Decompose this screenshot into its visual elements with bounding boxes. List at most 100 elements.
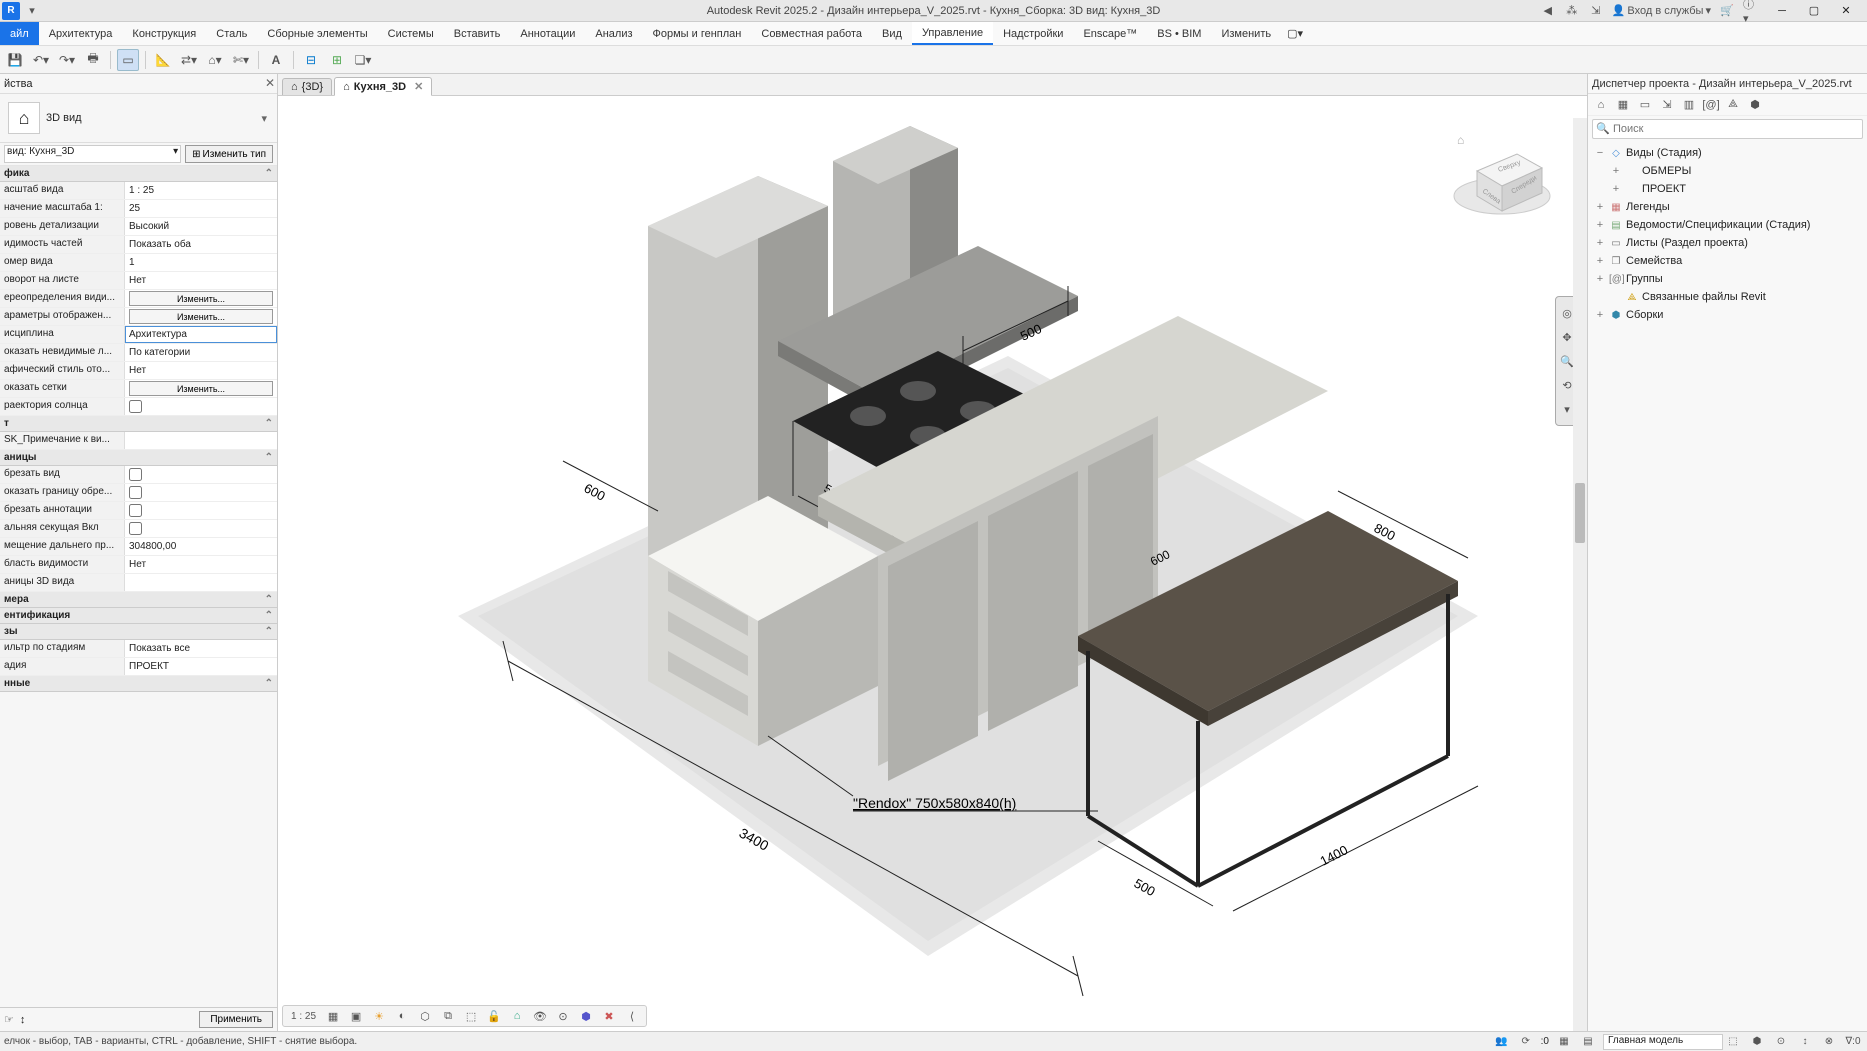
group-icon[interactable]: ⁂ [1564, 3, 1580, 19]
viewcube[interactable]: Сверху Слева Спереди ⌂ [1447, 126, 1557, 229]
ribbon-tab-15[interactable]: BS • BIM [1147, 22, 1211, 45]
scale-control[interactable]: 1 : 25 [287, 1007, 320, 1025]
print-icon[interactable]: 🖶 [82, 49, 104, 71]
open-icon[interactable]: ↶▾ [30, 49, 52, 71]
ribbon-tab-0[interactable]: айл [0, 22, 39, 45]
family-selector[interactable]: вид: Кухня_3D ▾ [4, 145, 181, 163]
view-tab-0[interactable]: ⌂{3D} [282, 78, 332, 95]
prop-value[interactable]: Изменить... [125, 308, 277, 325]
ribbon-tab-1[interactable]: Архитектура [39, 22, 123, 45]
detail-level-icon[interactable]: ▦ [323, 1007, 343, 1025]
ribbon-tab-14[interactable]: Enscape™ [1073, 22, 1147, 45]
ribbon-tab-4[interactable]: Сборные элементы [257, 22, 377, 45]
ribbon-tab-6[interactable]: Вставить [444, 22, 511, 45]
prop-value[interactable] [125, 520, 277, 537]
sb-r4-icon[interactable]: ↕ [1795, 1034, 1815, 1050]
constraints-icon[interactable]: ✖ [599, 1007, 619, 1025]
tree-toggle-icon[interactable]: + [1594, 219, 1606, 231]
section-collapse-icon[interactable]: ⌃ [265, 610, 273, 621]
text-icon[interactable]: A [265, 49, 287, 71]
apply-button[interactable]: Применить [199, 1011, 273, 1028]
tree-row-7[interactable]: +[@]Группы [1592, 270, 1863, 288]
prop-edit-button[interactable]: Изменить... [129, 309, 273, 324]
crop-show-icon[interactable]: ⬚ [461, 1007, 481, 1025]
prop-value[interactable]: По категории [125, 344, 277, 361]
ribbon-tab-2[interactable]: Конструкция [122, 22, 206, 45]
tree-row-1[interactable]: +ОБМЕРЫ [1592, 162, 1863, 180]
visual-style-icon[interactable]: ▣ [346, 1007, 366, 1025]
sun-path-icon[interactable]: ☀ [369, 1007, 389, 1025]
sb-r3-icon[interactable]: ⊙ [1771, 1034, 1791, 1050]
prop-value[interactable] [125, 484, 277, 501]
help-icon[interactable]: ⓘ ▾ [1743, 3, 1759, 19]
edit-type-button[interactable]: ⊞ Изменить тип [185, 145, 273, 163]
pb-i2-icon[interactable]: ▭ [1636, 96, 1654, 114]
modify-icon[interactable]: ▭ [117, 49, 139, 71]
prop-value[interactable] [125, 466, 277, 483]
ribbon-tab-7[interactable]: Аннотации [510, 22, 585, 45]
pb-i6-icon[interactable]: ⟁ [1724, 96, 1742, 114]
pb-i3-icon[interactable]: ⇲ [1658, 96, 1676, 114]
maximize-button[interactable]: ▢ [1799, 1, 1829, 21]
prop-checkbox[interactable] [129, 522, 142, 535]
pb-i1-icon[interactable]: ▦ [1614, 96, 1632, 114]
minimize-button[interactable]: ─ [1767, 1, 1797, 21]
tree-toggle-icon[interactable]: + [1594, 201, 1606, 213]
prop-edit-button[interactable]: Изменить... [129, 381, 273, 396]
home-icon[interactable]: ⌂▾ [204, 49, 226, 71]
main-model-combo[interactable]: Главная модель [1603, 1034, 1723, 1050]
prop-value[interactable]: 1 : 25 [125, 182, 277, 199]
sign-in-link[interactable]: 👤 Вход в службы ▾ [1612, 4, 1711, 17]
tree-toggle-icon[interactable]: + [1610, 165, 1622, 177]
ribbon-extra-icon[interactable]: ▢▾ [1281, 22, 1309, 45]
prop-section[interactable]: нные⌃ [0, 676, 277, 692]
ribbon-tab-16[interactable]: Изменить [1211, 22, 1281, 45]
prop-section[interactable]: аницы⌃ [0, 450, 277, 466]
nav-arrow-icon[interactable]: ◀ [1540, 3, 1556, 19]
tree-toggle-icon[interactable]: − [1594, 147, 1606, 159]
prop-checkbox[interactable] [129, 400, 142, 413]
prop-value[interactable] [125, 398, 277, 415]
tree-row-0[interactable]: −◇Виды (Стадия) [1592, 144, 1863, 162]
vb-dd-icon[interactable]: ⟨ [622, 1007, 642, 1025]
tree-toggle-icon[interactable]: + [1594, 273, 1606, 285]
pb-home-icon[interactable]: ⌂ [1592, 96, 1610, 114]
section-collapse-icon[interactable]: ⌃ [265, 168, 273, 179]
ribbon-tab-12[interactable]: Управление [912, 22, 993, 45]
sb-i2-icon[interactable]: ⟳ [1517, 1034, 1535, 1050]
prop-checkbox[interactable] [129, 504, 142, 517]
view-tab-1[interactable]: ⌂Кухня_3D✕ [334, 77, 432, 96]
prop-help-icon[interactable]: ☞ [4, 1013, 14, 1026]
tag-icon[interactable]: ❏▾ [352, 49, 374, 71]
save-icon[interactable]: 💾 [4, 49, 26, 71]
prop-value[interactable]: Нет [125, 556, 277, 573]
prop-value[interactable]: Нет [125, 272, 277, 289]
dropdown-icon[interactable]: ▾ [24, 3, 40, 19]
ribbon-tab-8[interactable]: Анализ [585, 22, 642, 45]
cart-icon[interactable]: 🛒 [1719, 3, 1735, 19]
section-collapse-icon[interactable]: ⌃ [265, 594, 273, 605]
pb-i4-icon[interactable]: ▥ [1680, 96, 1698, 114]
sb-model-dd-icon[interactable]: ▤ [1579, 1034, 1597, 1050]
browser-search-input[interactable] [1592, 119, 1863, 139]
redo-icon[interactable]: ↷▾ [56, 49, 78, 71]
crop-icon[interactable]: ⧉ [438, 1007, 458, 1025]
align-left-icon[interactable]: ⊟ [300, 49, 322, 71]
sb-r2-icon[interactable]: ⬢ [1747, 1034, 1767, 1050]
prop-section[interactable]: т⌃ [0, 416, 277, 432]
sb-r5-icon[interactable]: ⊗ [1819, 1034, 1839, 1050]
temp-hide-icon[interactable]: ⌂ [507, 1007, 527, 1025]
worksets-icon[interactable]: ⬢ [576, 1007, 596, 1025]
shadows-icon[interactable]: ◐ [392, 1007, 412, 1025]
ribbon-tab-3[interactable]: Сталь [206, 22, 257, 45]
ribbon-tab-13[interactable]: Надстройки [993, 22, 1073, 45]
prop-value[interactable]: ПРОЕКТ [125, 658, 277, 675]
prop-value[interactable] [125, 432, 277, 449]
section-collapse-icon[interactable]: ⌃ [265, 626, 273, 637]
unlock-icon[interactable]: 🔓 [484, 1007, 504, 1025]
prop-section[interactable]: мера⌃ [0, 592, 277, 608]
share-icon[interactable]: ⇲ [1588, 3, 1604, 19]
tree-row-5[interactable]: +▭Листы (Раздел проекта) [1592, 234, 1863, 252]
prop-sort-icon[interactable]: ↕ [20, 1014, 26, 1026]
measure-icon[interactable]: 📐 [152, 49, 174, 71]
